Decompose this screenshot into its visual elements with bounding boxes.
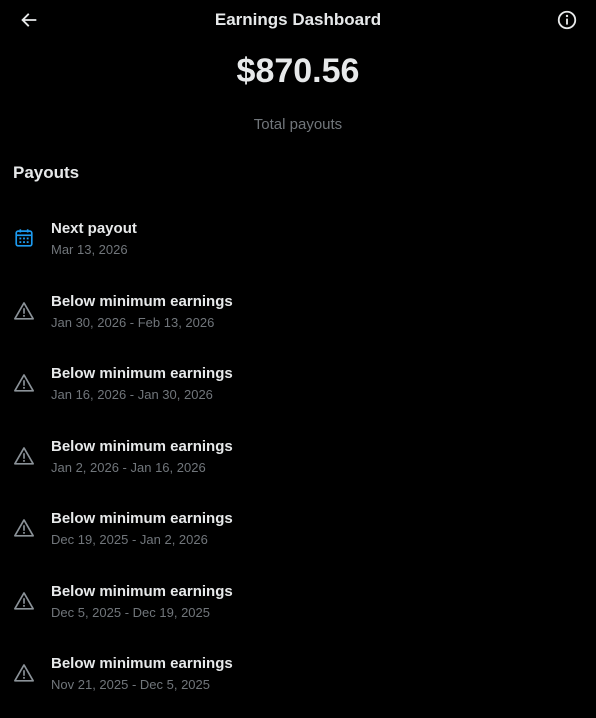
page-title: Earnings Dashboard <box>214 10 382 29</box>
payout-item-title: Next payout <box>51 220 137 237</box>
warning-icon <box>12 371 36 395</box>
payout-item-date-range: Dec 5, 2025 - Dec 19, 2025 <box>51 604 210 620</box>
payout-item-date-range: Dec 19, 2025 - Jan 2, 2026 <box>51 532 208 547</box>
info-button[interactable] <box>552 8 582 36</box>
warning-icon <box>12 516 36 540</box>
payout-item[interactable]: Below minimum earnings Dec 19, 2025 - Ja… <box>0 492 596 565</box>
warning-icon <box>12 299 36 323</box>
header-bar: Earnings Dashboard <box>0 0 596 44</box>
payout-item-date-range: Jan 30, 2026 - Feb 13, 2026 <box>51 314 215 330</box>
warning-icon <box>12 589 36 613</box>
payout-item[interactable]: Below minimum earnings Jan 30, 2026 - Fe… <box>0 275 596 348</box>
payout-item-title: Below minimum earnings <box>51 365 233 382</box>
payouts-section-title: Payouts <box>13 163 80 182</box>
warning-icon <box>12 661 36 685</box>
total-payouts-label: Total payouts <box>253 116 343 133</box>
earnings-dashboard-page: Earnings Dashboard $870.56 Total payouts… <box>0 0 596 718</box>
payout-item-title: Below minimum earnings <box>51 510 233 527</box>
payout-list: Next payout Mar 13, 2026 Below minimum e… <box>0 202 596 710</box>
total-payouts-amount: $870.56 <box>236 52 360 90</box>
payout-item[interactable]: Below minimum earnings Dec 5, 2025 - Dec… <box>0 565 596 638</box>
payout-item-date-range: Nov 21, 2025 - Dec 5, 2025 <box>51 677 210 692</box>
warning-icon <box>12 444 36 468</box>
payout-item-date-range: Jan 2, 2026 - Jan 16, 2026 <box>51 459 206 475</box>
payout-item[interactable]: Below minimum earnings Jan 16, 2026 - Ja… <box>0 347 596 420</box>
payout-item-next[interactable]: Next payout Mar 13, 2026 <box>0 202 596 275</box>
info-circle-icon <box>556 9 578 36</box>
payout-item[interactable]: Below minimum earnings Nov 21, 2025 - De… <box>0 637 596 710</box>
payout-item-title: Below minimum earnings <box>51 437 233 455</box>
payout-item-title: Below minimum earnings <box>51 582 233 600</box>
payout-item-date-range: Jan 16, 2026 - Jan 30, 2026 <box>51 387 213 402</box>
payout-item-title: Below minimum earnings <box>51 292 233 310</box>
calendar-icon <box>12 226 36 250</box>
payout-item-title: Below minimum earnings <box>51 655 233 672</box>
payout-item-date: Mar 13, 2026 <box>51 242 128 257</box>
payout-item[interactable]: Below minimum earnings Jan 2, 2026 - Jan… <box>0 420 596 493</box>
